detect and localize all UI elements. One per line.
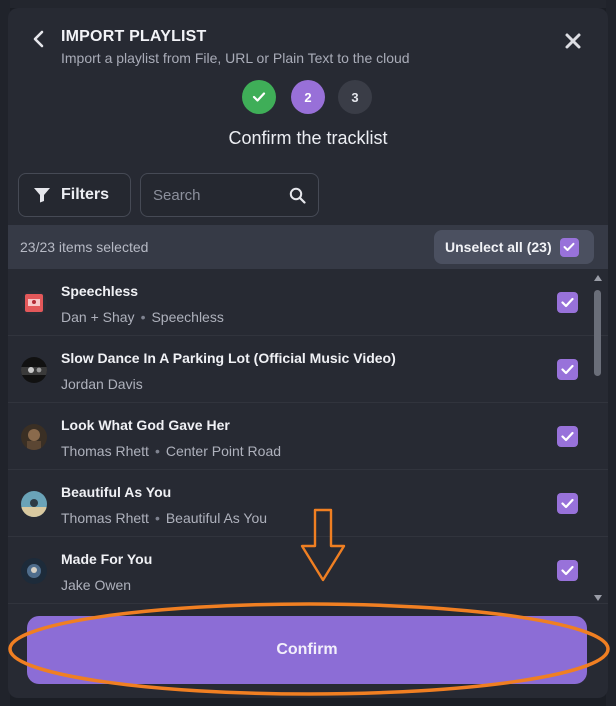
unselect-all-label: Unselect all (23) <box>445 239 552 255</box>
track-artist: Dan + Shay <box>61 309 135 325</box>
filters-label: Filters <box>61 186 110 203</box>
funnel-icon <box>34 188 50 203</box>
annotation-ellipse <box>8 602 610 696</box>
track-meta: Thomas Rhett • Center Point Road <box>61 443 281 459</box>
step-1-complete <box>242 80 276 114</box>
toolbar: Filters <box>18 173 598 217</box>
selected-count: 23/23 items selected <box>20 239 149 255</box>
track-row[interactable]: Look What God Gave Her Thomas Rhett • Cent… <box>8 403 608 470</box>
search-icon[interactable] <box>289 187 306 204</box>
track-checkbox[interactable] <box>557 292 578 313</box>
modal-subtitle: Import a playlist from File, URL or Plai… <box>61 50 410 66</box>
search-box <box>140 173 319 217</box>
track-title: Look What God Gave Her <box>61 417 230 433</box>
checkmark-icon <box>561 297 574 308</box>
track-album: Center Point Road <box>165 443 282 459</box>
track-artist: Thomas Rhett <box>61 443 149 459</box>
step-3-pending: 3 <box>338 80 372 114</box>
track-row[interactable]: Speechless Dan + Shay • Speechless <box>8 269 608 336</box>
track-checkbox[interactable] <box>557 426 578 447</box>
checkmark-icon <box>561 565 574 576</box>
unselect-all-button[interactable]: Unselect all (23) <box>434 230 594 264</box>
track-artist: Thomas Rhett <box>61 510 149 526</box>
modal-header: IMPORT PLAYLIST Import a playlist from F… <box>8 8 608 68</box>
track-meta: Dan + Shay • Speechless <box>61 309 224 325</box>
track-thumbnail <box>21 357 47 383</box>
modal-title: IMPORT PLAYLIST <box>61 28 207 45</box>
import-playlist-modal: IMPORT PLAYLIST Import a playlist from F… <box>8 8 608 698</box>
filters-button[interactable]: Filters <box>18 173 131 217</box>
track-title: Beautiful As You <box>61 484 172 500</box>
close-button[interactable] <box>562 30 584 52</box>
selection-bar: 23/23 items selected Unselect all (23) <box>8 225 608 269</box>
track-title: Slow Dance In A Parking Lot (Official Mu… <box>61 350 396 366</box>
annotation-arrow-icon <box>300 508 346 582</box>
section-title: Confirm the tracklist <box>228 128 388 148</box>
track-meta: Jake Owen <box>61 577 131 593</box>
step-indicator: 2 3 <box>8 80 608 116</box>
close-icon <box>565 33 581 49</box>
separator-dot: • <box>154 443 160 459</box>
track-thumbnail <box>21 491 47 517</box>
track-artist: Jordan Davis <box>61 376 143 392</box>
separator-dot: • <box>140 309 146 325</box>
checkmark-icon <box>561 364 574 375</box>
track-checkbox[interactable] <box>557 359 578 380</box>
back-button[interactable] <box>28 28 48 50</box>
select-all-checkbox[interactable] <box>559 237 579 257</box>
track-thumbnail <box>21 290 47 316</box>
checkmark-icon <box>563 242 575 251</box>
track-checkbox[interactable] <box>557 493 578 514</box>
track-list-scrollbar[interactable] <box>593 274 603 602</box>
track-album: Beautiful As You <box>165 510 268 526</box>
background-app-bar <box>0 0 616 8</box>
scroll-up-arrow-icon[interactable] <box>594 274 602 282</box>
track-checkbox[interactable] <box>557 560 578 581</box>
checkmark-icon <box>561 498 574 509</box>
track-row[interactable]: Slow Dance In A Parking Lot (Official Mu… <box>8 336 608 403</box>
chevron-left-icon <box>33 30 44 48</box>
track-thumbnail <box>21 558 47 584</box>
search-input[interactable] <box>153 186 289 204</box>
track-artist: Jake Owen <box>61 577 132 593</box>
checkmark-icon <box>561 431 574 442</box>
separator-dot: • <box>154 510 160 526</box>
track-meta: Thomas Rhett • Beautiful As You <box>61 510 267 526</box>
step-2-active: 2 <box>291 80 325 114</box>
scrollbar-thumb[interactable] <box>594 290 601 376</box>
checkmark-icon <box>252 92 266 102</box>
track-title: Made For You <box>61 551 153 567</box>
track-thumbnail <box>21 424 47 450</box>
track-meta: Jordan Davis <box>61 376 143 392</box>
track-album: Speechless <box>151 309 224 325</box>
track-title: Speechless <box>61 283 139 299</box>
